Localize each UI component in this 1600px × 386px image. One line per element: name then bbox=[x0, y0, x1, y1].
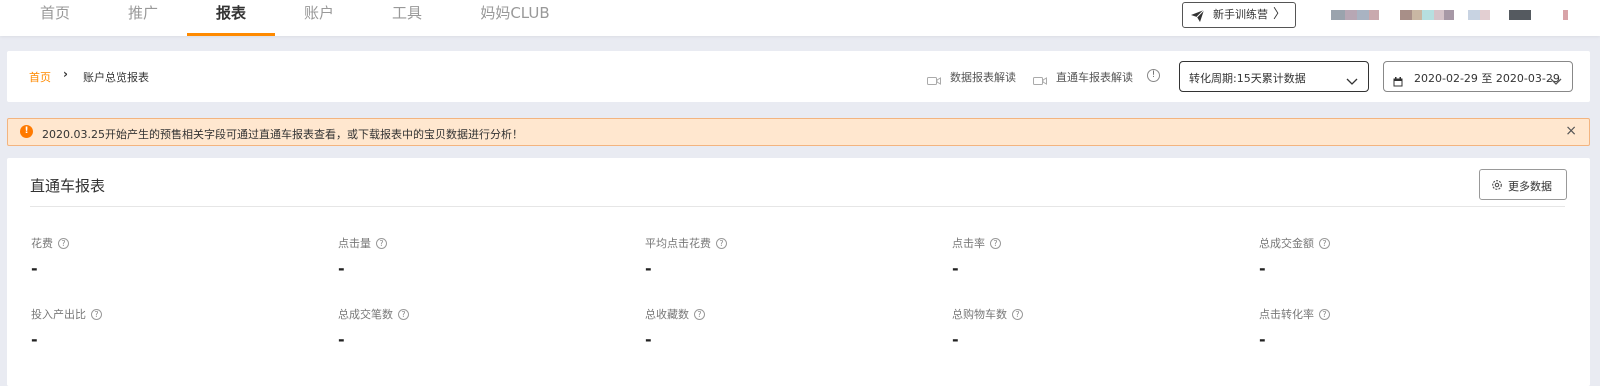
help-icon[interactable]: ? bbox=[1319, 308, 1330, 320]
metric-label: 总成交金额 bbox=[1259, 237, 1314, 250]
metric-total-cart: 总购物车数? - bbox=[952, 306, 1242, 366]
more-data-label: 更多数据 bbox=[1508, 180, 1552, 193]
paper-plane-icon bbox=[1190, 8, 1205, 32]
help-icon[interactable]: ? bbox=[91, 308, 102, 320]
breadcrumb-home-link[interactable]: 首页 bbox=[29, 69, 51, 85]
alert-message: 2020.03.25开始产生的预售相关字段可通过直通车报表查看，或下载报表中的宝… bbox=[42, 128, 523, 141]
date-range-picker[interactable]: 2020-02-29 至 2020-03-29 bbox=[1383, 61, 1573, 92]
conversion-period-value: 转化周期:15天累计数据 bbox=[1189, 72, 1306, 85]
training-camp-label: 新手训练营 bbox=[1213, 8, 1268, 21]
ztc-report-card: 直通车报表 更多数据 花费? - 点击量? - 平均点击花费? - 点击率? -… bbox=[7, 158, 1590, 386]
metric-cost: 花费? - bbox=[31, 235, 321, 295]
metric-clicks: 点击量? - bbox=[338, 235, 628, 295]
help-icon[interactable]: ? bbox=[990, 237, 1001, 249]
metric-label: 总收藏数 bbox=[645, 308, 689, 321]
metric-label: 点击率 bbox=[952, 237, 985, 250]
metric-value: - bbox=[645, 330, 652, 349]
gear-icon bbox=[1491, 179, 1503, 194]
nav-item-tools[interactable]: 工具 bbox=[382, 0, 432, 36]
data-report-guide-link[interactable]: 数据报表解读 bbox=[950, 69, 1016, 85]
card-title: 直通车报表 bbox=[30, 177, 106, 195]
nav-item-account[interactable]: 账户 bbox=[294, 0, 344, 36]
metric-value: - bbox=[952, 330, 959, 349]
metric-avg-cpc: 平均点击花费? - bbox=[645, 235, 935, 295]
warning-icon: ! bbox=[20, 125, 33, 138]
metric-total-gmv: 总成交金额? - bbox=[1259, 235, 1549, 295]
close-icon[interactable]: × bbox=[1565, 123, 1577, 139]
info-icon[interactable]: ! bbox=[1147, 69, 1160, 82]
metric-label: 点击量 bbox=[338, 237, 371, 250]
metric-label: 点击转化率 bbox=[1259, 308, 1314, 321]
metric-roi: 投入产出比? - bbox=[31, 306, 321, 366]
divider bbox=[30, 206, 1565, 207]
metric-value: - bbox=[1259, 330, 1266, 349]
chevron-right-icon: 〉 bbox=[1272, 7, 1286, 22]
help-icon[interactable]: ? bbox=[376, 237, 387, 249]
top-nav: 首页 推广 报表 账户 工具 妈妈CLUB 新手训练营 〉 bbox=[0, 0, 1600, 36]
presale-notice-alert: ! 2020.03.25开始产生的预售相关字段可通过直通车报表查看，或下载报表中… bbox=[7, 118, 1590, 146]
nav-item-promotion[interactable]: 推广 bbox=[118, 0, 168, 36]
help-icon[interactable]: ? bbox=[398, 308, 409, 320]
video-icon bbox=[927, 71, 941, 90]
nav-item-reports[interactable]: 报表 bbox=[187, 0, 275, 36]
metric-label: 总购物车数 bbox=[952, 308, 1007, 321]
calendar-icon bbox=[1393, 72, 1403, 91]
metric-value: - bbox=[952, 259, 959, 278]
ztc-report-guide-link[interactable]: 直通车报表解读 bbox=[1056, 69, 1133, 85]
chevron-down-icon bbox=[1346, 71, 1358, 90]
metric-value: - bbox=[338, 259, 345, 278]
metric-label: 总成交笔数 bbox=[338, 308, 393, 321]
breadcrumb-bar: 首页 › 账户总览报表 数据报表解读 直通车报表解读 ! 转化周期:15天累计数… bbox=[7, 51, 1590, 102]
nav-item-home[interactable]: 首页 bbox=[30, 0, 80, 36]
breadcrumb-separator: › bbox=[63, 67, 68, 81]
help-icon[interactable]: ? bbox=[1319, 237, 1330, 249]
date-range-value: 2020-02-29 至 2020-03-29 bbox=[1414, 72, 1560, 85]
metric-label: 投入产出比 bbox=[31, 308, 86, 321]
metric-click-conversion-rate: 点击转化率? - bbox=[1259, 306, 1549, 366]
metric-value: - bbox=[31, 330, 38, 349]
help-icon[interactable]: ? bbox=[694, 308, 705, 320]
metric-label: 花费 bbox=[31, 237, 53, 250]
conversion-period-select[interactable]: 转化周期:15天累计数据 bbox=[1179, 61, 1369, 92]
help-icon[interactable]: ? bbox=[716, 237, 727, 249]
metric-value: - bbox=[338, 330, 345, 349]
metric-total-orders: 总成交笔数? - bbox=[338, 306, 628, 366]
breadcrumb-current: 账户总览报表 bbox=[83, 71, 149, 84]
metric-total-favorites: 总收藏数? - bbox=[645, 306, 935, 366]
video-icon bbox=[1033, 71, 1047, 90]
metric-value: - bbox=[31, 259, 38, 278]
more-data-button[interactable]: 更多数据 bbox=[1479, 169, 1567, 200]
metric-label: 平均点击花费 bbox=[645, 237, 711, 250]
metric-value: - bbox=[645, 259, 652, 278]
nav-item-mama-club[interactable]: 妈妈CLUB bbox=[470, 0, 560, 36]
training-camp-button[interactable]: 新手训练营 〉 bbox=[1182, 2, 1296, 28]
help-icon[interactable]: ? bbox=[58, 237, 69, 249]
metric-value: - bbox=[1259, 259, 1266, 278]
metric-ctr: 点击率? - bbox=[952, 235, 1242, 295]
chevron-down-icon bbox=[1550, 71, 1562, 90]
help-icon[interactable]: ? bbox=[1012, 308, 1023, 320]
